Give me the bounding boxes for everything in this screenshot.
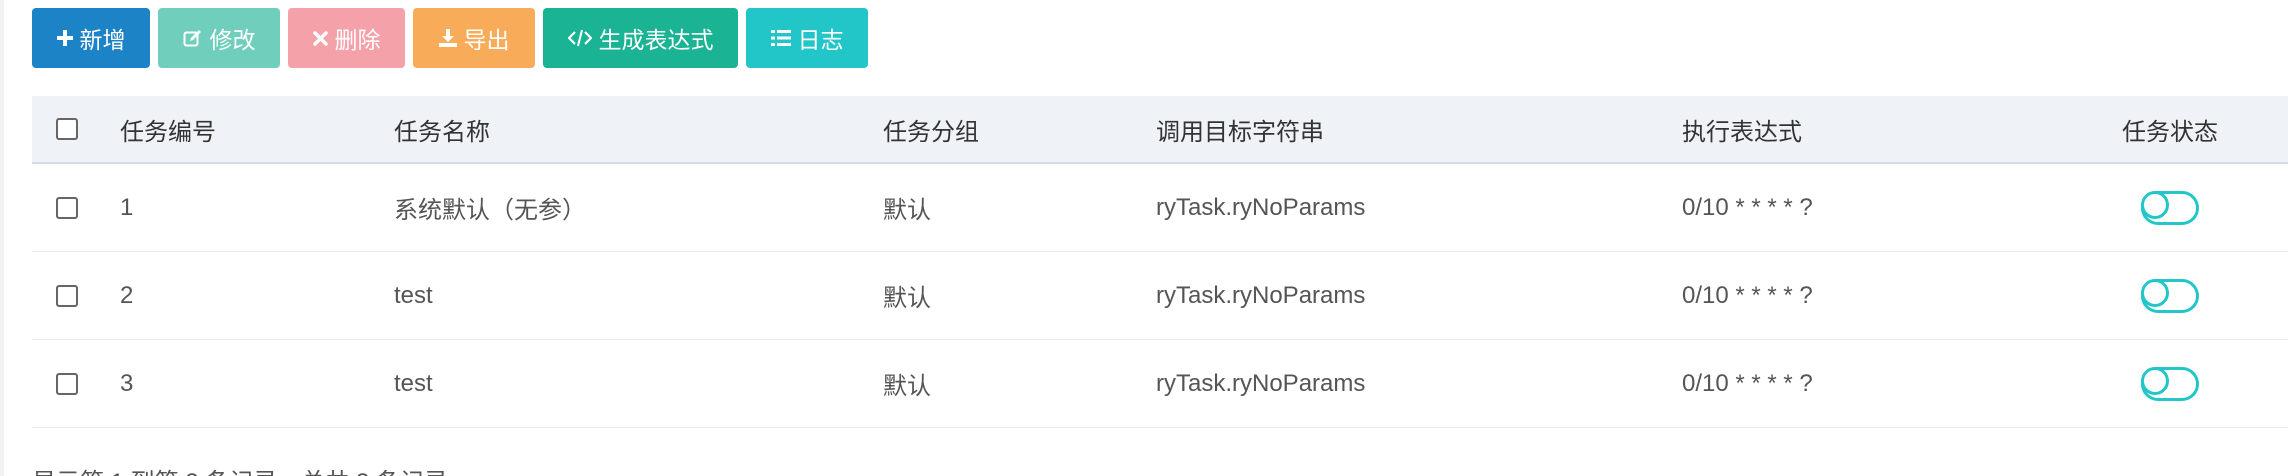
edit-button[interactable]: 修改 (158, 8, 280, 68)
row-select-cell (56, 252, 78, 339)
table-row: 2 test 默认 ryTask.ryNoParams 0/10 * * * *… (32, 252, 2288, 340)
job-id: 3 (120, 369, 134, 397)
column-header-target[interactable]: 调用目标字符串 (1156, 96, 1324, 162)
job-name: test (394, 281, 433, 309)
edit-icon (183, 28, 203, 48)
log-button-label: 日志 (797, 27, 844, 53)
job-cron: 0/10 * * * * ? (1682, 281, 1813, 309)
plus-icon (56, 30, 73, 46)
select-all-checkbox[interactable] (56, 118, 78, 140)
job-cron: 0/10 * * * * ? (1682, 193, 1813, 221)
status-toggle[interactable] (2141, 366, 2199, 401)
job-list-page: 新增 修改 删除 导出 生成表达式 日志 任务编号 任务名称 任务分组 调用目标… (0, 0, 2288, 476)
edit-button-label: 修改 (209, 27, 256, 53)
export-button-label: 导出 (463, 27, 510, 53)
job-name: 系统默认（无参） (394, 197, 586, 224)
delete-button[interactable]: 删除 (288, 8, 405, 68)
table-header: 任务编号 任务名称 任务分组 调用目标字符串 执行表达式 任务状态 (32, 96, 2288, 164)
list-icon (770, 29, 791, 47)
toggle-knob (2141, 366, 2169, 395)
row-select-cell (56, 340, 78, 427)
status-toggle[interactable] (2141, 190, 2199, 225)
column-header-group[interactable]: 任务分组 (883, 96, 979, 162)
row-checkbox[interactable] (56, 196, 78, 219)
toggle-knob (2141, 190, 2169, 219)
job-status-cell (2100, 340, 2240, 427)
export-button[interactable]: 导出 (413, 8, 535, 68)
delete-button-label: 删除 (334, 27, 381, 53)
job-cron: 0/10 * * * * ? (1682, 369, 1813, 397)
generate-cron-button-label: 生成表达式 (598, 27, 714, 53)
column-header-status[interactable]: 任务状态 (2100, 96, 2240, 162)
generate-cron-button[interactable]: 生成表达式 (543, 8, 738, 68)
toggle-knob (2141, 278, 2169, 307)
job-id: 2 (120, 281, 134, 309)
job-group: 默认 (883, 373, 931, 400)
job-target: ryTask.ryNoParams (1156, 369, 1366, 397)
log-button[interactable]: 日志 (746, 8, 868, 68)
job-id: 1 (120, 193, 134, 221)
job-target: ryTask.ryNoParams (1156, 193, 1366, 221)
row-select-cell (56, 164, 78, 251)
job-table: 任务编号 任务名称 任务分组 调用目标字符串 执行表达式 任务状态 1 系统默认… (32, 96, 2288, 428)
code-icon (567, 29, 592, 47)
job-group: 默认 (883, 197, 931, 224)
left-border (0, 0, 4, 476)
row-checkbox[interactable] (56, 284, 78, 307)
column-header-name[interactable]: 任务名称 (394, 96, 490, 162)
column-header-id[interactable]: 任务编号 (120, 96, 216, 162)
add-button-label: 新增 (79, 27, 126, 53)
row-checkbox[interactable] (56, 372, 78, 395)
download-icon (438, 29, 457, 47)
select-all-cell (56, 96, 78, 162)
job-group: 默认 (883, 285, 931, 312)
table-row: 1 系统默认（无参） 默认 ryTask.ryNoParams 0/10 * *… (32, 164, 2288, 252)
job-target: ryTask.ryNoParams (1156, 281, 1366, 309)
job-status-cell (2100, 252, 2240, 339)
table-row: 3 test 默认 ryTask.ryNoParams 0/10 * * * *… (32, 340, 2288, 428)
times-icon (312, 30, 328, 46)
job-name: test (394, 369, 433, 397)
status-toggle[interactable] (2141, 278, 2199, 313)
add-button[interactable]: 新增 (32, 8, 150, 68)
column-header-cron[interactable]: 执行表达式 (1682, 96, 1802, 162)
toolbar: 新增 修改 删除 导出 生成表达式 日志 (32, 8, 868, 68)
pagination-info: 显示第 1 到第 3 条记录，总共 3 条记录 (32, 462, 448, 476)
job-status-cell (2100, 164, 2240, 251)
